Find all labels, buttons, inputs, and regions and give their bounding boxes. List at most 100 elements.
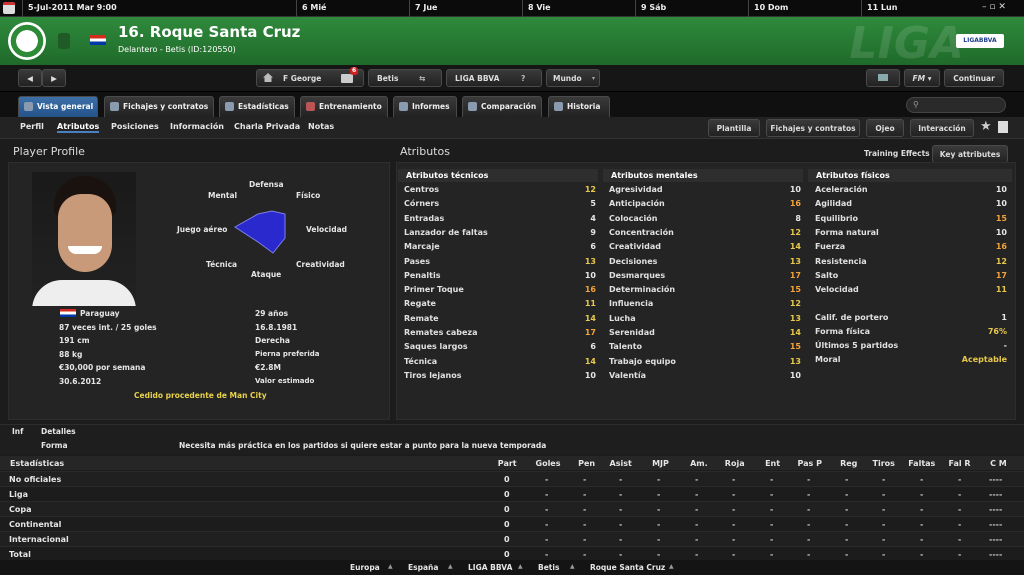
attr-row-mental[interactable]: Trabajo equipo 13 <box>609 355 801 369</box>
star-icon[interactable]: ★ <box>980 119 992 134</box>
attr-row-mental[interactable]: Influencia 12 <box>609 297 801 311</box>
stats-col-header[interactable]: Roja <box>725 459 745 468</box>
interaction-button[interactable]: Interacción <box>910 119 974 137</box>
transfers-contracts-button[interactable]: Fichajes y contratos <box>766 119 860 137</box>
stats-col-header[interactable]: Pen <box>578 459 595 468</box>
chevron-up-icon[interactable]: ▲ <box>448 563 453 570</box>
attr-row-technical[interactable]: Tiros lejanos 10 <box>404 369 596 383</box>
attr-row-physical[interactable]: Agilidad 10 <box>815 197 1007 211</box>
attr-row-mental[interactable]: Colocación 8 <box>609 212 801 226</box>
attr-row-technical[interactable]: Técnica 14 <box>404 355 596 369</box>
attr-row-mental[interactable]: Determinación 15 <box>609 283 801 297</box>
attr-row-technical[interactable]: Pases 13 <box>404 255 596 269</box>
stats-col-header[interactable]: Tiros <box>873 459 895 468</box>
world-menu[interactable]: Mundo ▾ <box>546 69 600 87</box>
attr-row-technical[interactable]: Lanzador de faltas 9 <box>404 226 596 240</box>
tab-informes[interactable]: Informes <box>393 96 457 117</box>
stats-col-header[interactable]: MJP <box>652 459 669 468</box>
screen-menu[interactable] <box>866 69 900 87</box>
attr-row-mental[interactable]: Desmarques 17 <box>609 269 801 283</box>
day-11[interactable]: 11 Lun <box>861 0 981 17</box>
chevron-up-icon[interactable]: ▲ <box>669 563 674 570</box>
attr-row-physical[interactable]: Fuerza 16 <box>815 240 1007 254</box>
attr-row-mental[interactable]: Decisiones 13 <box>609 255 801 269</box>
loan-status[interactable]: Cedido procedente de Man City <box>134 391 267 400</box>
tab-historia[interactable]: Historia <box>548 96 610 117</box>
stats-col-header[interactable]: Ent <box>765 459 780 468</box>
subtab-informacion[interactable]: Información <box>170 122 224 131</box>
tab-entrenamiento[interactable]: Entrenamiento <box>300 96 388 117</box>
attr-row-physical[interactable]: Salto 17 <box>815 269 1007 283</box>
attr-row-technical[interactable]: Remate 14 <box>404 312 596 326</box>
stats-col-header[interactable]: Faltas <box>908 459 935 468</box>
notes-icon[interactable] <box>998 121 1008 133</box>
attr-row-technical[interactable]: Saques largos 6 <box>404 340 596 354</box>
attr-row-technical[interactable]: Centros 12 <box>404 183 596 197</box>
attr-row-mental[interactable]: Anticipación 16 <box>609 197 801 211</box>
attr-row-physical[interactable]: Aceleración 10 <box>815 183 1007 197</box>
stats-row[interactable]: No oficiales 0- - - - - - - - - - - - ---- <box>0 471 1024 486</box>
squad-button[interactable]: Plantilla <box>708 119 760 137</box>
fm-menu[interactable]: FM ▾ <box>904 69 940 87</box>
attr-row-technical[interactable]: Córners 5 <box>404 197 596 211</box>
club-crest-icon[interactable] <box>8 22 46 60</box>
manager-menu[interactable]: F George 6 <box>256 67 364 87</box>
breadcrumb-item[interactable]: Betis <box>538 563 559 572</box>
stats-col-header[interactable]: Reg <box>840 459 857 468</box>
day-7[interactable]: 7 Jue <box>409 0 522 17</box>
attr-row-mental[interactable]: Talento 15 <box>609 340 801 354</box>
forward-button[interactable]: ▶ <box>42 69 66 87</box>
attr-row-technical[interactable]: Remates cabeza 17 <box>404 326 596 340</box>
stats-col-header[interactable]: C M <box>990 459 1007 468</box>
back-button[interactable]: ◀ <box>18 69 42 87</box>
tab-vista-general[interactable]: Vista general <box>18 96 98 117</box>
attr-row-physical[interactable]: Equilibrio 15 <box>815 212 1007 226</box>
subtab-notas[interactable]: Notas <box>308 122 334 131</box>
breadcrumb-item[interactable]: Roque Santa Cruz <box>590 563 665 572</box>
attr-row-mental[interactable]: Agresividad 10 <box>609 183 801 197</box>
attr-row-mental[interactable]: Serenidad 14 <box>609 326 801 340</box>
tab-comparacion[interactable]: Comparación <box>462 96 542 117</box>
stats-col-header[interactable]: Goles <box>536 459 561 468</box>
window-controls[interactable]: – ▫ ✕ <box>982 2 1006 12</box>
subtab-perfil[interactable]: Perfil <box>20 122 44 131</box>
stats-row[interactable]: Copa 0- - - - - - - - - - - - ---- <box>0 501 1024 516</box>
day-9[interactable]: 9 Sáb <box>635 0 748 17</box>
chevron-up-icon[interactable]: ▲ <box>388 563 393 570</box>
attr-row-mental[interactable]: Creatividad 14 <box>609 240 801 254</box>
attr-row-physical[interactable]: Resistencia 12 <box>815 255 1007 269</box>
attr-row-technical[interactable]: Entradas 4 <box>404 212 596 226</box>
subtab-charla-privada[interactable]: Charla Privada <box>234 122 300 131</box>
search-input[interactable]: ⚲ <box>906 97 1006 113</box>
player-position-club[interactable]: Delantero - Betis (ID:120550) <box>118 45 236 54</box>
attr-row-technical[interactable]: Regate 11 <box>404 297 596 311</box>
attr-row-physical[interactable]: Forma natural 10 <box>815 226 1007 240</box>
day-6[interactable]: 6 Mié <box>296 0 409 17</box>
subtab-posiciones[interactable]: Posiciones <box>111 122 159 131</box>
stats-row[interactable]: Continental 0- - - - - - - - - - - - ---- <box>0 516 1024 531</box>
subtab-atributos[interactable]: Atributos <box>57 122 100 133</box>
tab-estadisticas[interactable]: Estadísticas <box>219 96 295 117</box>
day-8[interactable]: 8 Vie <box>522 0 635 17</box>
attr-row-mental[interactable]: Lucha 13 <box>609 312 801 326</box>
attr-row-technical[interactable]: Penaltis 10 <box>404 269 596 283</box>
breadcrumb-item[interactable]: LIGA BBVA <box>468 563 512 572</box>
chevron-up-icon[interactable]: ▲ <box>518 563 523 570</box>
current-date[interactable]: 5-Jul-2011 Mar 9:00 <box>22 0 296 17</box>
breadcrumb-item[interactable]: Europa <box>350 563 380 572</box>
training-effects-label[interactable]: Training Effects <box>864 149 930 158</box>
key-attributes-button[interactable]: Key attributes <box>932 145 1008 163</box>
attr-row-technical[interactable]: Primer Toque 16 <box>404 283 596 297</box>
attr-row-mental[interactable]: Valentía 10 <box>609 369 801 383</box>
attr-row-mental[interactable]: Concentración 12 <box>609 226 801 240</box>
stats-col-header[interactable]: Fal R <box>949 459 971 468</box>
stats-row[interactable]: Total 0- - - - - - - - - - - - ---- <box>0 546 1024 561</box>
stats-col-header[interactable]: Pas P <box>798 459 822 468</box>
chevron-up-icon[interactable]: ▲ <box>570 563 575 570</box>
stats-col-header[interactable]: Asist <box>610 459 632 468</box>
scout-button[interactable]: Ojeo <box>866 119 904 137</box>
stats-row[interactable]: Liga 0- - - - - - - - - - - - ---- <box>0 486 1024 501</box>
continue-button[interactable]: Continuar <box>944 69 1004 87</box>
club-menu[interactable]: Betis ⇆ <box>368 69 442 87</box>
stats-col-header[interactable]: Am. <box>690 459 708 468</box>
